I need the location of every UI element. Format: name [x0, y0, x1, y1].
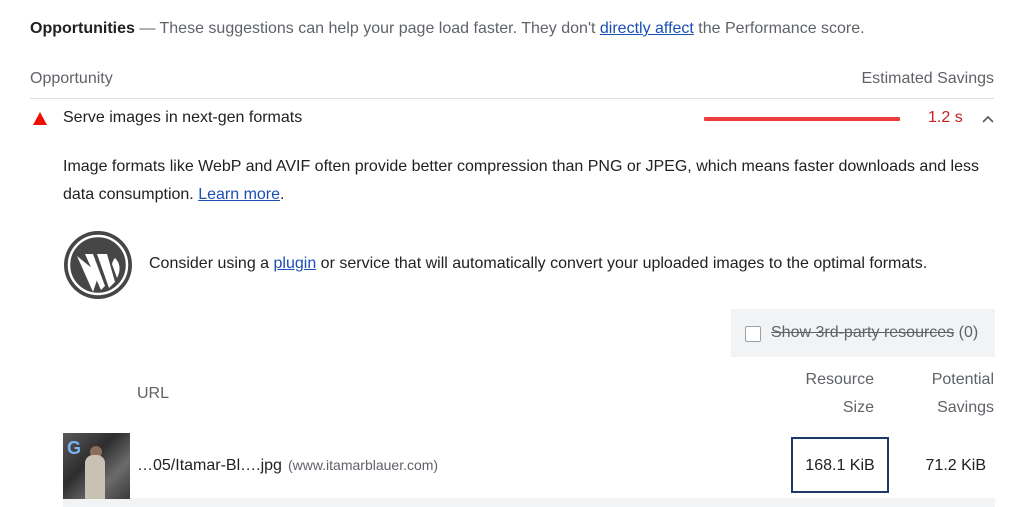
learn-more-link[interactable]: Learn more	[198, 186, 280, 203]
wordpress-logo-icon	[64, 231, 132, 299]
resource-size-cell: 168.1 KiB	[791, 437, 889, 493]
url-column-header: URL	[137, 385, 170, 402]
header-dash: —	[134, 20, 160, 37]
potential-savings-header-line1: Potential	[931, 371, 994, 388]
resource-url-path: …05/Itamar-Bl….jpg	[137, 457, 282, 474]
header-description: These suggestions can help your page loa…	[159, 20, 600, 37]
directly-affect-link[interactable]: directly affect	[600, 20, 694, 37]
resource-size-value: 168.1 KiB	[805, 457, 875, 474]
third-party-label[interactable]: Show 3rd-party resources (0)	[771, 324, 978, 342]
estimated-savings-column-header: Estimated Savings	[861, 70, 994, 87]
opportunity-column-header: Opportunity	[30, 70, 113, 87]
stack-pack-text: Consider using a plugin or service that …	[149, 255, 927, 273]
third-party-filter[interactable]: Show 3rd-party resources (0)	[731, 309, 995, 357]
third-party-checkbox[interactable]	[745, 326, 761, 342]
audit-title: Serve images in next-gen formats	[63, 109, 303, 126]
resource-url-origin: (www.itamarblauer.com)	[287, 457, 439, 473]
resource-size-column-header: Resource Size	[806, 366, 874, 422]
warning-triangle-icon	[33, 112, 47, 125]
resource-url[interactable]: …05/Itamar-Bl….jpg (www.itamarblauer.com)	[137, 457, 438, 475]
potential-savings-column-header: Potential Savings	[932, 366, 994, 422]
audit-savings-value: 1.2 s	[928, 109, 963, 126]
header-divider	[30, 98, 994, 99]
thumbnail-logo-shape: G	[67, 438, 81, 458]
chevron-up-icon[interactable]	[980, 111, 996, 127]
resource-size-header-line1: Resource	[805, 371, 874, 388]
opportunities-title: Opportunities	[30, 20, 135, 37]
audit-description: Image formats like WebP and AVIF often p…	[63, 153, 983, 209]
image-thumbnail[interactable]: G	[63, 433, 130, 499]
plugin-link[interactable]: plugin	[274, 255, 317, 272]
savings-bar	[704, 117, 900, 121]
description-end: .	[280, 186, 285, 203]
potential-savings-value: 71.2 KiB	[925, 457, 986, 474]
resource-size-header-line2: Size	[842, 399, 874, 416]
audit-summary-row[interactable]: Serve images in next-gen formats 1.2 s	[30, 108, 994, 130]
stack-pack-text-before: Consider using a	[149, 255, 274, 272]
table-row-separator	[63, 498, 995, 507]
thumbnail-person-body	[85, 455, 105, 499]
third-party-count: (0)	[954, 324, 979, 341]
header-description-end: the Performance score.	[693, 20, 865, 37]
potential-savings-header-line2: Savings	[937, 399, 994, 416]
third-party-label-text: Show 3rd-party resources	[771, 324, 955, 341]
stack-pack-text-after: or service that will automatically conve…	[316, 255, 928, 272]
opportunities-header: Opportunities — These suggestions can he…	[30, 20, 865, 38]
